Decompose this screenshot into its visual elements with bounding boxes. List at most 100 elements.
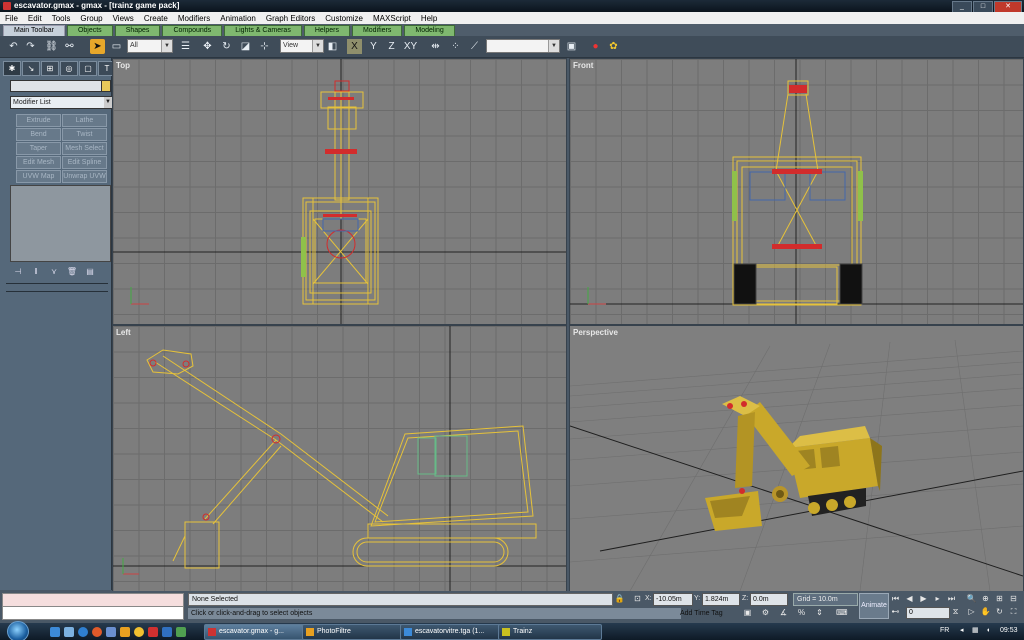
tab-objects[interactable]: Objects xyxy=(66,25,113,36)
zoom-icon[interactable]: 🔍 xyxy=(966,594,977,604)
named-selection-dropdown[interactable]: ▼ xyxy=(486,39,560,53)
maxscript-listener-output[interactable] xyxy=(2,593,184,607)
viewport-left[interactable]: Left xyxy=(112,325,567,592)
viewport-perspective[interactable]: Perspective xyxy=(569,325,1024,592)
key-mode-toggle-icon[interactable]: ⊷ xyxy=(890,607,901,617)
render-icon[interactable]: ✿ xyxy=(606,39,621,54)
field-of-view-icon[interactable]: ▷ xyxy=(966,607,977,617)
menu-views[interactable]: Views xyxy=(108,14,139,23)
redo-icon[interactable]: ↷ xyxy=(23,39,38,54)
taskbar-item-trainz[interactable]: Trainz xyxy=(498,624,602,640)
menu-edit[interactable]: Edit xyxy=(23,14,47,23)
switch-windows-icon[interactable] xyxy=(64,627,74,637)
lock-selection-icon[interactable]: 🔒 xyxy=(614,594,625,604)
modifier-lathe-button[interactable]: Lathe xyxy=(62,114,107,127)
menu-customize[interactable]: Customize xyxy=(320,14,368,23)
goto-start-icon[interactable]: ⏮ xyxy=(890,594,901,604)
modifier-uvw-map-button[interactable]: UVW Map xyxy=(16,170,61,183)
viewport-label-perspective[interactable]: Perspective xyxy=(573,328,618,337)
snap-toggle-icon[interactable]: ⚙ xyxy=(760,608,771,618)
next-frame-icon[interactable]: ▸ xyxy=(932,594,943,604)
menu-graph-editors[interactable]: Graph Editors xyxy=(261,14,320,23)
clock[interactable]: 09:53 xyxy=(1000,625,1018,637)
modifier-list-dropdown[interactable]: Modifier List ▼ xyxy=(10,96,113,109)
unlink-icon[interactable]: ⚯ xyxy=(62,39,77,54)
tab-compounds[interactable]: Compounds xyxy=(162,25,223,36)
animate-button[interactable]: Animate xyxy=(859,593,889,619)
modifier-edit-mesh-button[interactable]: Edit Mesh xyxy=(16,156,61,169)
viewport-label-top[interactable]: Top xyxy=(116,61,130,70)
menu-create[interactable]: Create xyxy=(139,14,173,23)
taskbar-item-gmax[interactable]: escavator.gmax - g... xyxy=(204,624,308,640)
zoom-extents-all-icon[interactable]: ⊟ xyxy=(1008,594,1019,604)
select-by-name-icon[interactable]: ☰ xyxy=(178,39,193,54)
viewport-front[interactable]: Front xyxy=(569,58,1024,325)
viewport-label-left[interactable]: Left xyxy=(116,328,131,337)
menu-animation[interactable]: Animation xyxy=(215,14,261,23)
modifier-bend-button[interactable]: Bend xyxy=(16,128,61,141)
menu-maxscript[interactable]: MAXScript xyxy=(368,14,416,23)
network-icon[interactable]: ▦ xyxy=(972,625,979,637)
taskbar-item-photofiltre[interactable]: PhotoFiltre xyxy=(302,624,406,640)
x-coordinate-field[interactable]: -10.05m xyxy=(653,593,693,606)
modifier-twist-button[interactable]: Twist xyxy=(62,128,107,141)
restrict-x-icon[interactable]: X xyxy=(347,39,362,54)
pin-stack-icon[interactable]: ⊣ xyxy=(12,267,24,277)
internet-explorer-icon[interactable] xyxy=(78,627,88,637)
maximize-viewport-icon[interactable]: ⛶ xyxy=(1008,607,1019,617)
remove-modifier-icon[interactable]: 🗑 xyxy=(66,267,78,277)
modifier-taper-button[interactable]: Taper xyxy=(16,142,61,155)
align-icon[interactable]: ⟋ xyxy=(467,39,482,54)
restrict-y-icon[interactable]: Y xyxy=(366,39,381,54)
menu-group[interactable]: Group xyxy=(75,14,107,23)
maxscript-listener-input[interactable] xyxy=(2,606,184,620)
percent-snap-icon[interactable]: % xyxy=(796,608,807,618)
keyboard-shortcut-icon[interactable]: ⌨ xyxy=(836,608,848,618)
selection-filter-dropdown[interactable]: All ▼ xyxy=(127,39,173,53)
time-configuration-icon[interactable]: ⧖ xyxy=(950,607,961,617)
angle-snap-icon[interactable]: ∡ xyxy=(778,608,789,618)
pivot-center-icon[interactable]: ◧ xyxy=(325,39,340,54)
tab-modeling[interactable]: Modeling xyxy=(404,25,455,36)
tab-main-toolbar[interactable]: Main Toolbar xyxy=(3,25,65,36)
pan-icon[interactable]: ✋ xyxy=(980,607,991,617)
key-mode-icon[interactable]: ▣ xyxy=(742,608,753,618)
previous-frame-icon[interactable]: ◀ xyxy=(904,594,915,604)
quick-launch-app-icon[interactable] xyxy=(148,627,158,637)
make-unique-icon[interactable]: ⋎ xyxy=(48,267,60,277)
menu-file[interactable]: File xyxy=(0,14,23,23)
current-frame-field[interactable]: 0 xyxy=(906,607,950,619)
volume-icon[interactable]: ◖ xyxy=(986,625,990,637)
show-end-result-icon[interactable]: ‖ xyxy=(30,267,42,277)
scale-icon[interactable]: ◪ xyxy=(238,39,253,54)
tab-lights-cameras[interactable]: Lights & Cameras xyxy=(224,25,302,36)
tab-shapes[interactable]: Shapes xyxy=(114,25,161,36)
y-coordinate-field[interactable]: 1.824m xyxy=(702,593,740,606)
restrict-z-icon[interactable]: Z xyxy=(384,39,399,54)
select-object-icon[interactable]: ➤ xyxy=(90,39,105,54)
firefox-icon[interactable] xyxy=(92,627,102,637)
menu-modifiers[interactable]: Modifiers xyxy=(173,14,215,23)
object-color-swatch[interactable] xyxy=(101,80,111,92)
material-editor-icon[interactable]: ● xyxy=(588,39,603,54)
move-icon[interactable]: ✥ xyxy=(200,39,215,54)
spinner-snap-icon[interactable]: ⇕ xyxy=(814,608,825,618)
create-tab-icon[interactable]: ✱ xyxy=(3,61,21,76)
arc-rotate-icon[interactable]: ↻ xyxy=(994,607,1005,617)
hierarchy-tab-icon[interactable]: ⊞ xyxy=(41,61,59,76)
undo-icon[interactable]: ↶ xyxy=(6,39,21,54)
rotate-icon[interactable]: ↻ xyxy=(219,39,234,54)
schematic-icon[interactable]: ▣ xyxy=(564,39,579,54)
menu-tools[interactable]: Tools xyxy=(47,14,76,23)
show-desktop-icon[interactable] xyxy=(50,627,60,637)
tab-helpers[interactable]: Helpers xyxy=(303,25,350,36)
reference-coordinate-dropdown[interactable]: View ▼ xyxy=(280,39,324,53)
mirror-icon[interactable]: ⇹ xyxy=(428,39,443,54)
restrict-xy-icon[interactable]: XY xyxy=(403,39,418,54)
object-name-field[interactable] xyxy=(10,80,102,92)
viewport-top[interactable]: Top xyxy=(112,58,567,325)
add-time-tag-button[interactable]: Add Time Tag xyxy=(680,608,735,619)
tab-modifiers[interactable]: Modifiers xyxy=(351,25,403,36)
display-tab-icon[interactable]: ▢ xyxy=(79,61,97,76)
quick-launch-app-icon[interactable] xyxy=(106,627,116,637)
